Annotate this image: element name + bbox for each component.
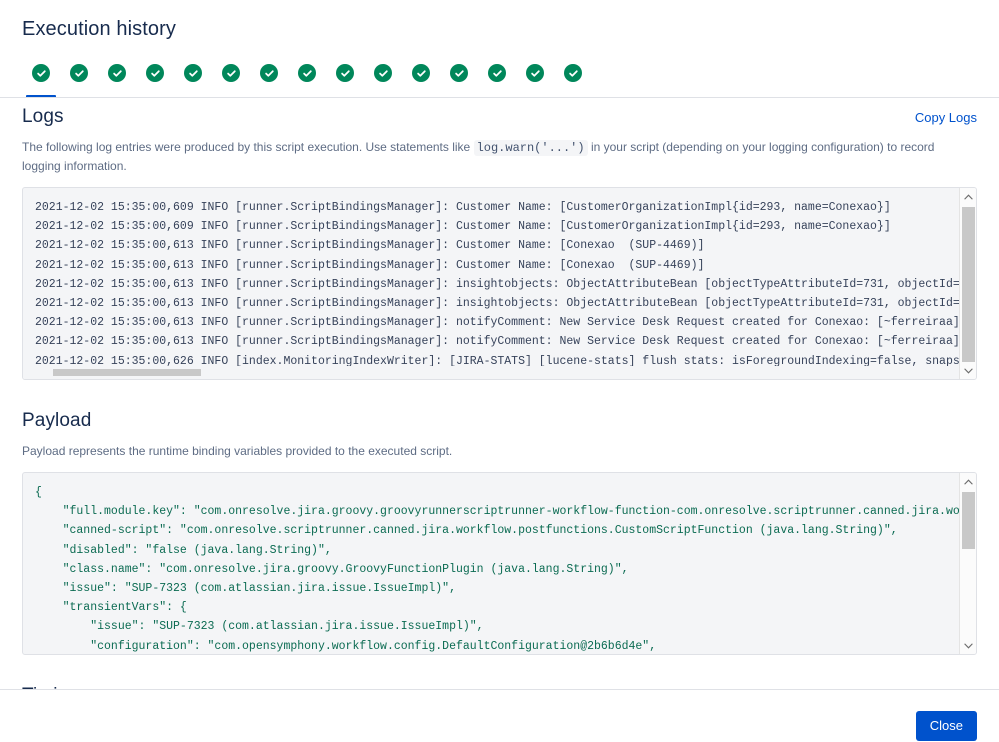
- code-line: 2021-12-02 15:35:00,613 INFO [runner.Scr…: [35, 277, 976, 291]
- check-circle-icon: [108, 64, 126, 82]
- code-line: "full.module.key": "com.onresolve.jira.g…: [35, 505, 976, 519]
- code-line: "class.name": "com.onresolve.jira.groovy…: [35, 562, 629, 576]
- code-line: "transientVars": {: [35, 601, 187, 615]
- log-warn-code-snippet: log.warn('...'): [473, 140, 588, 156]
- check-circle-icon: [564, 64, 582, 82]
- code-line: 2021-12-02 15:35:00,613 INFO [runner.Scr…: [35, 335, 976, 349]
- code-line: 2021-12-02 15:35:00,609 INFO [runner.Scr…: [35, 220, 891, 234]
- modal-footer: Close: [0, 689, 999, 742]
- check-circle-icon: [298, 64, 316, 82]
- logs-title: Logs: [22, 106, 64, 127]
- execution-tab-12[interactable]: [478, 62, 516, 98]
- code-line: 2021-12-02 15:35:00,613 INFO [runner.Scr…: [35, 239, 705, 253]
- execution-tab-0[interactable]: [22, 62, 60, 98]
- logs-section-header: Logs Copy Logs: [22, 106, 977, 128]
- logs-scroll-thumb[interactable]: [962, 207, 975, 362]
- execution-tab-3[interactable]: [136, 62, 174, 98]
- code-line: 2021-12-02 15:35:00,609 INFO [runner.Scr…: [35, 201, 891, 214]
- logs-hscroll-thumb[interactable]: [53, 369, 201, 376]
- execution-tab-14[interactable]: [554, 62, 592, 98]
- scroll-up-icon[interactable]: [960, 188, 976, 205]
- payload-output: { "full.module.key": "com.onresolve.jira…: [23, 473, 976, 654]
- check-circle-icon: [222, 64, 240, 82]
- code-line: "configuration": "com.opensymphony.workf…: [35, 639, 657, 653]
- payload-vertical-scrollbar[interactable]: [959, 473, 976, 654]
- check-circle-icon: [488, 64, 506, 82]
- scroll-up-icon[interactable]: [960, 473, 976, 490]
- code-line: {: [35, 486, 42, 499]
- execution-tab-1[interactable]: [60, 62, 98, 98]
- logs-code-box: 2021-12-02 15:35:00,609 INFO [runner.Scr…: [22, 187, 977, 380]
- code-line: "issue": "SUP-7323 (com.atlassian.jira.i…: [35, 620, 484, 634]
- modal-body: Logs Copy Logs The following log entries…: [0, 98, 999, 689]
- check-circle-icon: [70, 64, 88, 82]
- payload-section-header: Payload: [22, 410, 977, 432]
- code-line: 2021-12-02 15:35:00,613 INFO [runner.Scr…: [35, 258, 705, 272]
- code-line: 2021-12-02 15:35:00,613 INFO [runner.Scr…: [35, 297, 976, 311]
- execution-tab-7[interactable]: [288, 62, 326, 98]
- payload-title: Payload: [22, 410, 92, 431]
- payload-scroll-thumb[interactable]: [962, 492, 975, 549]
- code-line: "disabled": "false (java.lang.String)",: [35, 543, 332, 557]
- execution-tab-8[interactable]: [326, 62, 364, 98]
- page-title: Execution history: [22, 18, 176, 40]
- logs-description: The following log entries were produced …: [22, 138, 952, 175]
- execution-tab-13[interactable]: [516, 62, 554, 98]
- check-circle-icon: [32, 64, 50, 82]
- execution-tab-2[interactable]: [98, 62, 136, 98]
- logs-horizontal-scrollbar[interactable]: [23, 366, 959, 379]
- code-line: "issue": "SUP-7323 (com.atlassian.jira.i…: [35, 582, 456, 596]
- check-circle-icon: [526, 64, 544, 82]
- code-line: 2021-12-02 15:35:00,613 INFO [runner.Scr…: [35, 316, 976, 330]
- check-circle-icon: [336, 64, 354, 82]
- execution-tab-strip[interactable]: [22, 62, 977, 98]
- execution-tab-9[interactable]: [364, 62, 402, 98]
- execution-tab-4[interactable]: [174, 62, 212, 98]
- scroll-down-icon[interactable]: [960, 362, 976, 379]
- check-circle-icon: [260, 64, 278, 82]
- payload-code-box: { "full.module.key": "com.onresolve.jira…: [22, 472, 977, 655]
- logs-vertical-scrollbar[interactable]: [959, 188, 976, 379]
- execution-tab-5[interactable]: [212, 62, 250, 98]
- check-circle-icon: [450, 64, 468, 82]
- check-circle-icon: [146, 64, 164, 82]
- execution-tab-6[interactable]: [250, 62, 288, 98]
- logs-output: 2021-12-02 15:35:00,609 INFO [runner.Scr…: [23, 188, 976, 379]
- check-circle-icon: [374, 64, 392, 82]
- execution-tab-10[interactable]: [402, 62, 440, 98]
- check-circle-icon: [184, 64, 202, 82]
- code-line: "canned-script": "com.onresolve.scriptru…: [35, 524, 898, 538]
- execution-tab-11[interactable]: [440, 62, 478, 98]
- copy-logs-button[interactable]: Copy Logs: [915, 110, 977, 125]
- close-button[interactable]: Close: [915, 711, 977, 741]
- scroll-down-icon[interactable]: [960, 637, 976, 654]
- payload-description: Payload represents the runtime binding v…: [22, 444, 453, 458]
- execution-history-modal: Execution history Logs Copy Logs The fol…: [0, 0, 999, 742]
- logs-description-part1: The following log entries were produced …: [22, 140, 471, 154]
- check-circle-icon: [412, 64, 430, 82]
